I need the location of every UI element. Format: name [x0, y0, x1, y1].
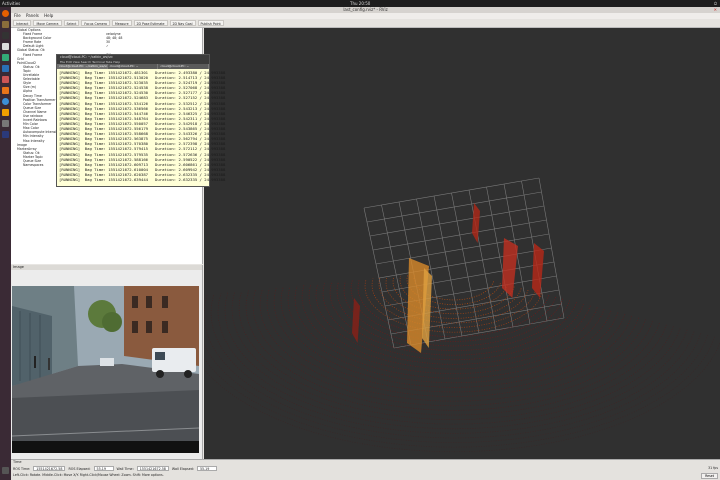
- ros-time-field[interactable]: 1551421672.58: [33, 466, 66, 471]
- menu-help[interactable]: Help: [44, 13, 53, 18]
- tool-interact[interactable]: Interact: [13, 20, 32, 26]
- show-apps-icon[interactable]: [2, 467, 9, 474]
- time-fields: ROS Time: 1551421672.58 ROS Elapsed: 55.…: [11, 465, 720, 472]
- tool-bar: Interact Move Camera Select Focus Camera…: [11, 19, 720, 28]
- ros-elapsed-field[interactable]: 55.19: [93, 466, 114, 471]
- terminal-window[interactable]: cloud@cloud-PC: ~/catkin_ws/src File Edi…: [56, 54, 226, 187]
- 3d-view[interactable]: [204, 28, 720, 459]
- terminal-output: [RUNNING] Bag Time: 1551421672.481301 Du…: [57, 69, 226, 183]
- tool-publish-point[interactable]: Publish Point: [197, 20, 224, 26]
- activities-label[interactable]: Activities: [2, 0, 20, 7]
- writer-icon[interactable]: [2, 65, 9, 72]
- amazon-icon[interactable]: [2, 109, 9, 116]
- tool-2d-pose-estimate[interactable]: 2D Pose Estimate: [133, 20, 168, 26]
- street-scene: [12, 286, 199, 453]
- camera-image: [12, 286, 199, 453]
- reset-button[interactable]: Reset: [701, 473, 718, 479]
- software-icon[interactable]: [2, 87, 9, 94]
- terminal-line: [RUNNING] Bag Time: 1551421672.524683 Du…: [59, 95, 226, 101]
- terminal-line: [RUNNING] Bag Time: 1551421672.588166 Du…: [59, 156, 226, 162]
- launcher-dock: [0, 7, 11, 480]
- tool-move-camera[interactable]: Move Camera: [33, 20, 62, 26]
- system-top-bar: Activities Thu 20:50 ⏻: [0, 0, 720, 7]
- terminal-icon[interactable]: [2, 32, 9, 39]
- wall-time-label: Wall Time:: [116, 466, 134, 471]
- display-row-key: Namespaces: [23, 163, 44, 168]
- menu-file[interactable]: File: [14, 13, 21, 18]
- terminal-line: [RUNNING] Bag Time: 1551421672.579415 Du…: [59, 146, 226, 152]
- terminal-line: [RUNNING] Bag Time: 1551421672.579535 Du…: [59, 151, 226, 157]
- terminal-tab[interactable]: cloud@cloud-PC: ~/catkin_ws/src: [57, 64, 108, 69]
- terminal-tab[interactable]: cloud@cloud-PC: ~: [158, 64, 210, 69]
- rviz-window: last_config.rviz* - RViz ✕ File Panels H…: [11, 7, 720, 480]
- wall-time-field[interactable]: 1551421672.58: [136, 466, 169, 471]
- firefox-icon[interactable]: [2, 10, 9, 17]
- wall-elapsed-field[interactable]: 55.19: [196, 466, 217, 471]
- terminal-line: [RUNNING] Bag Time: 1551421672.534126 Du…: [59, 100, 226, 106]
- help-icon[interactable]: [2, 98, 9, 105]
- ros-elapsed-label: ROS Elapsed:: [68, 466, 91, 471]
- text-editor-icon[interactable]: [2, 43, 9, 50]
- settings-icon[interactable]: [2, 120, 9, 127]
- pointcloud-render: [204, 28, 720, 459]
- terminal-tab[interactable]: cloud@cloud-PC: ~: [108, 64, 159, 69]
- system-menu-icon[interactable]: ⏻: [714, 0, 717, 7]
- calc-icon[interactable]: [2, 54, 9, 61]
- terminal-tabs: cloud@cloud-PC: ~/catkin_ws/src cloud@cl…: [57, 64, 210, 69]
- image-panel: Image: [11, 265, 203, 459]
- time-panel: Time 31 fps ROS Time: 1551421672.58 ROS …: [11, 459, 720, 480]
- window-titlebar: last_config.rviz* - RViz ✕: [11, 7, 720, 13]
- ros-time-label: ROS Time:: [13, 466, 31, 471]
- tool-focus-camera[interactable]: Focus Camera: [81, 20, 110, 26]
- clock[interactable]: Thu 20:50: [350, 0, 370, 7]
- tool-measure[interactable]: Measure: [111, 20, 132, 26]
- menu-panels[interactable]: Panels: [26, 13, 39, 18]
- terminal-line: [RUNNING] Bag Time: 1551421672.536566 Du…: [59, 105, 226, 111]
- status-hint: Left-Click: Rotate. Middle-Click: Move X…: [13, 473, 164, 477]
- terminal-line: [RUNNING] Bag Time: 1551421672.639444 Du…: [59, 176, 226, 182]
- wall-elapsed-label: Wall Elapsed:: [171, 466, 194, 471]
- fps-label: 31 fps: [708, 466, 718, 470]
- files-icon[interactable]: [2, 21, 9, 28]
- window-title: last_config.rviz* - RViz: [343, 7, 388, 12]
- rviz-icon[interactable]: [2, 131, 9, 138]
- tool-2d-nav-goal[interactable]: 2D Nav Goal: [169, 20, 196, 26]
- close-icon[interactable]: ✕: [714, 7, 717, 13]
- image-panel-title: Image: [11, 265, 202, 270]
- tool-select[interactable]: Select: [63, 20, 80, 26]
- impress-icon[interactable]: [2, 76, 9, 83]
